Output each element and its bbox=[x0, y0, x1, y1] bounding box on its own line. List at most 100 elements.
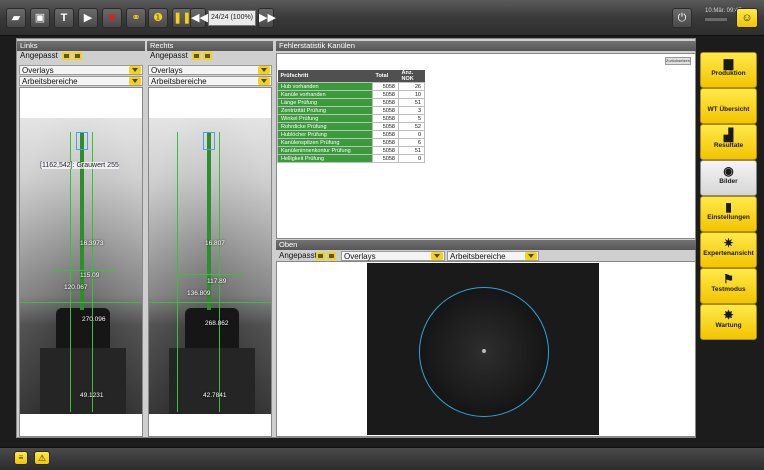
rechts-camera-image: 16.807 117.89 136.809 268.862 42.7841 bbox=[149, 118, 271, 414]
links-title: Links bbox=[17, 41, 145, 51]
table-row[interactable]: Winkel Prüfung 5058 5 bbox=[277, 114, 425, 123]
links-areas-select[interactable]: Arbeitsbereiche bbox=[19, 76, 143, 86]
reset-button[interactable]: Zurücksetzen bbox=[665, 57, 691, 65]
side-button-produktion[interactable]: ▆ Produktion bbox=[700, 52, 757, 88]
rechts-areas-select[interactable]: Arbeitsbereiche bbox=[148, 76, 272, 86]
side-button-testmodus[interactable]: ⚑ Testmodus bbox=[700, 268, 757, 304]
cell-nok: 0 bbox=[398, 154, 425, 163]
table-row[interactable]: Hublöcher Prüfung 5058 0 bbox=[277, 130, 425, 139]
rechts-measure-line bbox=[219, 132, 220, 412]
warning-icon[interactable]: ⚠ bbox=[34, 451, 50, 465]
cell-name: Kanüle vorhanden bbox=[277, 90, 373, 99]
menu-icon[interactable]: ≡ bbox=[14, 451, 28, 465]
cell-nok: 0 bbox=[398, 130, 425, 139]
stop-icon[interactable]: ■ bbox=[102, 8, 122, 28]
cell-name: Zentrizität Prüfung bbox=[277, 106, 373, 115]
side-button-label: Bilder bbox=[719, 178, 738, 185]
table-row[interactable]: Rohrdicke Prüfung 5058 52 bbox=[277, 122, 425, 131]
side-button-label: WT Übersicht bbox=[707, 106, 750, 113]
side-button-resultate[interactable]: ▟ Resultate bbox=[700, 124, 757, 160]
maintenance-icon: ✸ bbox=[723, 308, 734, 322]
side-button-bilder[interactable]: ◉ Bilder bbox=[700, 160, 757, 196]
oben-overlays-label: Overlays bbox=[344, 252, 376, 261]
rechts-overlays-label: Overlays bbox=[151, 66, 183, 75]
oben-mode-dropdown-icon[interactable] bbox=[316, 252, 325, 260]
table-row[interactable]: Kanülenspitzen Prüfung 5058 6 bbox=[277, 138, 425, 147]
info-icon[interactable]: ❶ bbox=[148, 8, 168, 28]
cell-name: Kanülenspitzen Prüfung bbox=[277, 138, 373, 147]
links-measure-line bbox=[50, 270, 114, 271]
open-folder-icon[interactable]: ▰ bbox=[6, 8, 26, 28]
oben-settings-icon[interactable] bbox=[327, 252, 336, 260]
rechts-measure-label: 117.89 bbox=[207, 278, 227, 285]
rechts-mode-row: Angepasst bbox=[147, 51, 273, 61]
stats-panel: Zurücksetzen Prüfschritt Total Anz. NOK … bbox=[276, 53, 696, 239]
rechts-measure-label: 268.862 bbox=[205, 320, 229, 327]
cell-nok: 5 bbox=[398, 114, 425, 123]
bottom-bar: ≡ ⚠ bbox=[0, 447, 764, 470]
side-button-wartung[interactable]: ✸ Wartung bbox=[700, 304, 757, 340]
links-measure-line bbox=[70, 132, 71, 412]
table-row[interactable]: Hub vorhanden 5058 26 bbox=[277, 82, 425, 91]
rewind-icon[interactable]: ◀◀ bbox=[190, 8, 208, 28]
stats-title: Fehlerstatistik Kanülen bbox=[276, 41, 696, 51]
links-mode-label: Angepasst bbox=[20, 51, 58, 60]
rechts-measure-label: 136.809 bbox=[187, 290, 211, 297]
column-header: Total bbox=[372, 70, 399, 83]
cell-total: 5058 bbox=[372, 82, 399, 91]
table-row[interactable]: Länge Prüfung 5058 51 bbox=[277, 98, 425, 107]
fast-forward-icon[interactable]: ▶▶ bbox=[258, 8, 276, 28]
rechts-measure-label: 42.7841 bbox=[203, 392, 227, 399]
links-mode-dropdown-icon[interactable] bbox=[62, 52, 71, 60]
main-panel: Links Angepasst Overlays Arbeitsbereiche… bbox=[16, 38, 696, 438]
cell-nok: 26 bbox=[398, 82, 425, 91]
table-row[interactable]: Kanüleninnenkontur Prüfung 5058 51 bbox=[277, 146, 425, 155]
user-icon[interactable]: ☺ bbox=[736, 8, 758, 28]
links-camera-view[interactable]: [1162,542]: Grauwert 255 16.3973 115.09 … bbox=[19, 87, 143, 437]
side-button-einstellungen[interactable]: ▮ Einstellungen bbox=[700, 196, 757, 232]
links-overlays-label: Overlays bbox=[22, 66, 54, 75]
test-icon: ⚑ bbox=[723, 272, 734, 286]
table-row[interactable]: Kanüle vorhanden 5058 10 bbox=[277, 90, 425, 99]
rechts-settings-icon[interactable] bbox=[203, 52, 212, 60]
pause-icon[interactable]: ❚❚ bbox=[172, 8, 192, 28]
clock-bar bbox=[705, 18, 727, 21]
cell-nok: 3 bbox=[398, 106, 425, 115]
rechts-camera-view[interactable]: 16.807 117.89 136.809 268.862 42.7841 bbox=[148, 87, 272, 437]
cell-nok: 52 bbox=[398, 122, 425, 131]
table-row[interactable]: Helligkeit Prüfung 5058 0 bbox=[277, 154, 425, 163]
column-header: Prüfschritt bbox=[277, 70, 373, 83]
text-tool-icon[interactable]: T bbox=[54, 8, 74, 28]
save-icon[interactable]: ▣ bbox=[30, 8, 50, 28]
links-overlays-select[interactable]: Overlays bbox=[19, 65, 143, 75]
side-button-wt-uebersicht[interactable]: WT Übersicht bbox=[700, 88, 757, 124]
links-measure-line bbox=[20, 302, 142, 303]
bar-chart-icon: ▟ bbox=[723, 128, 734, 142]
rechts-measure-line bbox=[149, 302, 271, 303]
rechts-overlays-select[interactable]: Overlays bbox=[148, 65, 272, 75]
chevron-down-icon bbox=[129, 66, 141, 74]
links-hub-base bbox=[40, 348, 126, 414]
links-measure-label: 270.096 bbox=[82, 316, 106, 323]
rechts-hub-base bbox=[169, 348, 255, 414]
cell-nok: 10 bbox=[398, 90, 425, 99]
link-icon[interactable]: ⚭ bbox=[126, 8, 146, 28]
table-row[interactable]: Zentrizität Prüfung 5058 3 bbox=[277, 106, 425, 115]
side-button-expertenansicht[interactable]: ✷ Expertenansicht bbox=[700, 232, 757, 268]
oben-overlays-select[interactable]: Overlays bbox=[341, 251, 445, 261]
links-camera-image: [1162,542]: Grauwert 255 16.3973 115.09 … bbox=[20, 118, 142, 414]
rechts-mode-dropdown-icon[interactable] bbox=[192, 52, 201, 60]
play-icon[interactable]: ▶ bbox=[78, 8, 98, 28]
cell-nok: 51 bbox=[398, 146, 425, 155]
zoom-field[interactable]: 24/24 (100%) bbox=[208, 10, 256, 26]
links-settings-icon[interactable] bbox=[73, 52, 82, 60]
column-header: Anz. NOK bbox=[398, 70, 425, 83]
oben-areas-select[interactable]: Arbeitsbereiche bbox=[447, 251, 539, 261]
cell-name: Kanüleninnenkontur Prüfung bbox=[277, 146, 373, 155]
rechts-areas-label: Arbeitsbereiche bbox=[151, 77, 207, 86]
cell-total: 5058 bbox=[372, 114, 399, 123]
side-button-label: Resultate bbox=[713, 142, 744, 149]
settings-icon: ▮ bbox=[725, 200, 732, 214]
power-icon[interactable]: ⏻ bbox=[672, 8, 692, 28]
side-button-label: Einstellungen bbox=[707, 214, 750, 221]
